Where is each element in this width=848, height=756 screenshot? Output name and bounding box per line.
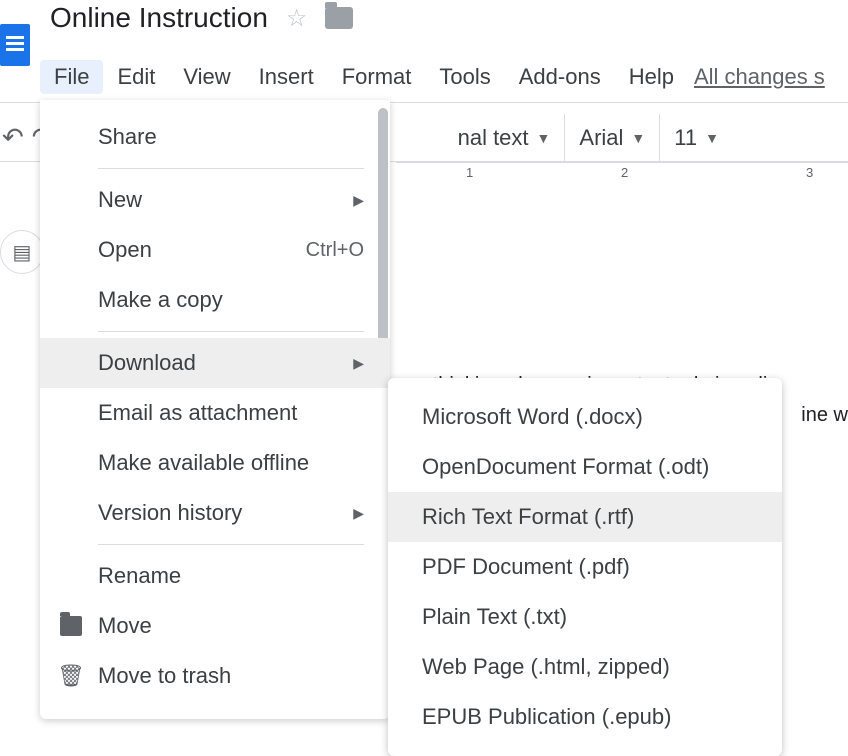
menu-label: New — [98, 187, 142, 213]
menu-addons[interactable]: Add-ons — [505, 60, 615, 94]
file-menu-trash[interactable]: 🗑 Move to trash — [40, 651, 390, 701]
download-txt[interactable]: Plain Text (.txt) — [388, 592, 782, 642]
app-icon[interactable] — [0, 24, 30, 66]
folder-icon[interactable] — [325, 7, 353, 29]
undo-icon[interactable]: ↶ — [2, 122, 24, 153]
file-menu-new[interactable]: New ▶ — [40, 175, 390, 225]
download-html[interactable]: Web Page (.html, zipped) — [388, 642, 782, 692]
file-menu-share[interactable]: Share — [40, 112, 390, 162]
outline-button[interactable]: ▤ — [0, 230, 44, 274]
submenu-arrow-icon: ▶ — [353, 505, 364, 522]
ruler-tick: 3 — [806, 165, 813, 180]
menu-view[interactable]: View — [169, 60, 244, 94]
file-menu-email[interactable]: Email as attachment — [40, 388, 390, 438]
trash-icon: 🗑 — [60, 666, 82, 686]
chevron-down-icon: ▼ — [631, 130, 645, 146]
menu-divider — [98, 544, 364, 545]
font-value: Arial — [579, 125, 623, 151]
star-icon[interactable]: ☆ — [286, 4, 308, 33]
chevron-down-icon: ▼ — [705, 130, 719, 146]
file-menu-offline[interactable]: Make available offline — [40, 438, 390, 488]
menu-label: Email as attachment — [98, 400, 297, 426]
download-submenu: Microsoft Word (.docx) OpenDocument Form… — [388, 378, 782, 756]
chevron-down-icon: ▼ — [537, 130, 551, 146]
menu-divider — [98, 168, 364, 169]
menu-bar: File Edit View Insert Format Tools Add-o… — [40, 60, 825, 94]
submenu-arrow-icon: ▶ — [353, 355, 364, 372]
ruler-tick: 2 — [621, 165, 628, 180]
font-size-select[interactable]: 11 ▼ — [659, 114, 733, 161]
file-menu-download[interactable]: Download ▶ — [40, 338, 390, 388]
ruler-tick: 1 — [466, 165, 473, 180]
submenu-arrow-icon: ▶ — [353, 192, 364, 209]
download-rtf[interactable]: Rich Text Format (.rtf) — [388, 492, 782, 542]
paragraph-style-select[interactable]: nal text ▼ — [444, 114, 565, 161]
folder-icon — [60, 616, 82, 636]
file-menu-rename[interactable]: Rename — [40, 551, 390, 601]
file-menu-move[interactable]: Move — [40, 601, 390, 651]
paragraph-style-value: nal text — [458, 125, 529, 151]
outline-icon: ▤ — [13, 240, 32, 265]
menu-label: Make available offline — [98, 450, 309, 476]
document-title[interactable]: Online Instruction — [50, 2, 268, 34]
menu-label: Open — [98, 237, 152, 263]
font-select[interactable]: Arial ▼ — [564, 114, 659, 161]
menu-insert[interactable]: Insert — [245, 60, 328, 94]
menu-label: Share — [98, 124, 157, 150]
menu-label: Rename — [98, 563, 181, 589]
download-docx[interactable]: Microsoft Word (.docx) — [388, 392, 782, 442]
menu-label: Move — [98, 613, 152, 639]
download-epub[interactable]: EPUB Publication (.epub) — [388, 692, 782, 742]
menu-label: Make a copy — [98, 287, 223, 313]
menu-label: Download — [98, 350, 196, 376]
menu-edit[interactable]: Edit — [103, 60, 169, 94]
menu-tools[interactable]: Tools — [425, 60, 504, 94]
menu-format[interactable]: Format — [328, 60, 426, 94]
menu-help[interactable]: Help — [615, 60, 688, 94]
menu-file[interactable]: File — [40, 60, 103, 94]
menu-label: Version history — [98, 500, 242, 526]
font-size-value: 11 — [674, 125, 697, 151]
file-menu-version[interactable]: Version history ▶ — [40, 488, 390, 538]
save-status[interactable]: All changes s — [694, 64, 825, 90]
download-odt[interactable]: OpenDocument Format (.odt) — [388, 442, 782, 492]
ruler: 1 2 3 — [396, 162, 848, 186]
menu-label: Move to trash — [98, 663, 231, 689]
download-pdf[interactable]: PDF Document (.pdf) — [388, 542, 782, 592]
file-menu-make-copy[interactable]: Make a copy — [40, 275, 390, 325]
file-menu: Share New ▶ Open Ctrl+O Make a copy Down… — [40, 100, 390, 719]
menu-divider — [98, 331, 364, 332]
menu-shortcut: Ctrl+O — [306, 239, 364, 262]
file-menu-open[interactable]: Open Ctrl+O — [40, 225, 390, 275]
